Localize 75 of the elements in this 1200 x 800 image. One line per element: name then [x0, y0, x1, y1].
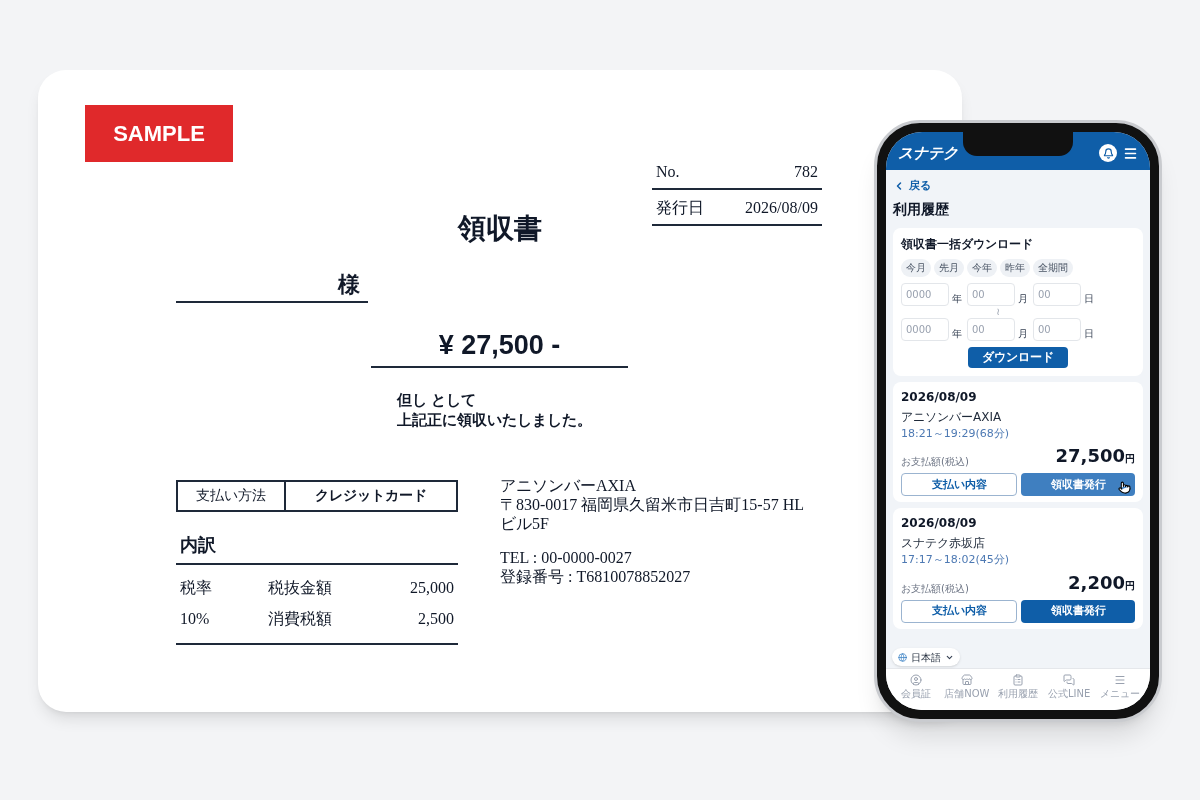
date-unit: 日: [1084, 291, 1094, 306]
receipt-title: 領収書: [456, 212, 543, 246]
issuer-contact: 登録番号 : T6810078852027: [500, 566, 692, 586]
visit-time: 18:21～19:29(68分): [901, 425, 1010, 442]
amount-label: お支払額(税込): [901, 581, 969, 596]
issuer-address: ビル5F: [500, 513, 550, 533]
date-unit: 日: [1084, 326, 1094, 341]
date-input[interactable]: 0000: [901, 282, 949, 306]
app-logo: スナテク: [898, 142, 958, 164]
back-link[interactable]: 戻る: [893, 178, 931, 195]
issuer-address: 〒830-0017 福岡県久留米市日吉町15-57 HL: [500, 494, 804, 514]
date-unit: 年: [952, 326, 962, 341]
date-input[interactable]: 0000: [901, 317, 949, 341]
table-cell-text: 税抜金額: [268, 578, 333, 598]
visit-time: 17:17～18:02(45分): [901, 552, 1010, 569]
card-title: 領収書一括ダウンロード: [901, 235, 1034, 253]
period-chip[interactable]: 先月: [934, 258, 964, 277]
sample-label: SAMPLE: [85, 105, 233, 162]
amount-total: ¥ 27,500 -: [438, 330, 561, 360]
notification-button[interactable]: [1099, 144, 1117, 162]
date-unit: 年: [952, 291, 962, 306]
period-chip[interactable]: 昨年: [1000, 258, 1030, 277]
download-button[interactable]: ダウンロード: [968, 346, 1068, 368]
store-icon: [960, 674, 973, 686]
currency-label: 円: [1125, 579, 1135, 591]
history-date: 2026/08/09: [901, 515, 978, 533]
language-selector[interactable]: 日本語: [892, 648, 960, 666]
amount-label: お支払額(税込): [901, 455, 969, 470]
breakdown-title: 内訳: [180, 534, 216, 555]
user-circle-icon: [909, 674, 922, 686]
shop-name: アニソンバーAXIA: [901, 408, 1003, 426]
date-unit: 月: [1018, 326, 1028, 341]
date-label: 発行日: [656, 198, 704, 218]
period-chip[interactable]: 今月: [901, 258, 931, 277]
shop-name: スナテク赤坂店: [901, 535, 986, 553]
period-chip[interactable]: 全期間: [1033, 258, 1073, 277]
receipt-note: 但し として: [397, 389, 477, 410]
payment-method-value: クレジットカード: [314, 486, 428, 505]
date-input[interactable]: 00: [967, 317, 1015, 341]
issuer-contact: TEL : 00-0000-0027: [500, 547, 633, 567]
paid-amount: 27,500: [1055, 444, 1125, 469]
menu-icon: [1114, 674, 1127, 686]
bell-icon: [1102, 147, 1114, 159]
issue-receipt-button[interactable]: 領収書発行: [1021, 599, 1135, 623]
receipt-number: 782: [794, 162, 818, 182]
chat-icon: [1063, 674, 1076, 686]
currency-label: 円: [1125, 453, 1135, 467]
date-input[interactable]: 00: [1033, 317, 1081, 341]
globe-icon: [898, 652, 907, 662]
range-mark: ≀: [996, 305, 1000, 318]
receipt-note: 上記正に領収いたしました。: [397, 409, 592, 430]
date-unit: 月: [1018, 291, 1028, 306]
table-cell-text: 税率: [180, 578, 213, 598]
page-title: 利用履歴: [893, 199, 950, 219]
history-date: 2026/08/09: [901, 388, 978, 406]
issuer-address: アニソンバーAXIA: [500, 475, 637, 495]
table-cell-text: 25,000: [410, 578, 454, 598]
period-chip[interactable]: 今年: [967, 258, 997, 277]
issue-date: 2026/08/09: [745, 198, 818, 218]
date-input[interactable]: 00: [967, 282, 1015, 306]
pointer-cursor-icon: [1118, 481, 1131, 495]
payment-details-button[interactable]: 支払い内容: [901, 473, 1017, 497]
table-cell-text: 10%: [180, 609, 211, 629]
table-cell-text: 2,500: [418, 609, 454, 629]
payment-method-label: 支払い方法: [178, 481, 286, 510]
number-label: No.: [656, 162, 680, 182]
recipient-suffix: 様: [338, 271, 360, 299]
date-input[interactable]: 00: [1033, 282, 1081, 306]
payment-details-button[interactable]: 支払い内容: [901, 599, 1017, 623]
table-cell-text: 消費税額: [268, 609, 333, 629]
paid-amount: 2,200: [1068, 570, 1125, 595]
issue-receipt-button[interactable]: 領収書発行: [1021, 473, 1135, 497]
language-label: 日本語: [911, 650, 941, 665]
clipboard-icon: [1012, 674, 1024, 686]
menu-icon[interactable]: [1123, 145, 1138, 161]
